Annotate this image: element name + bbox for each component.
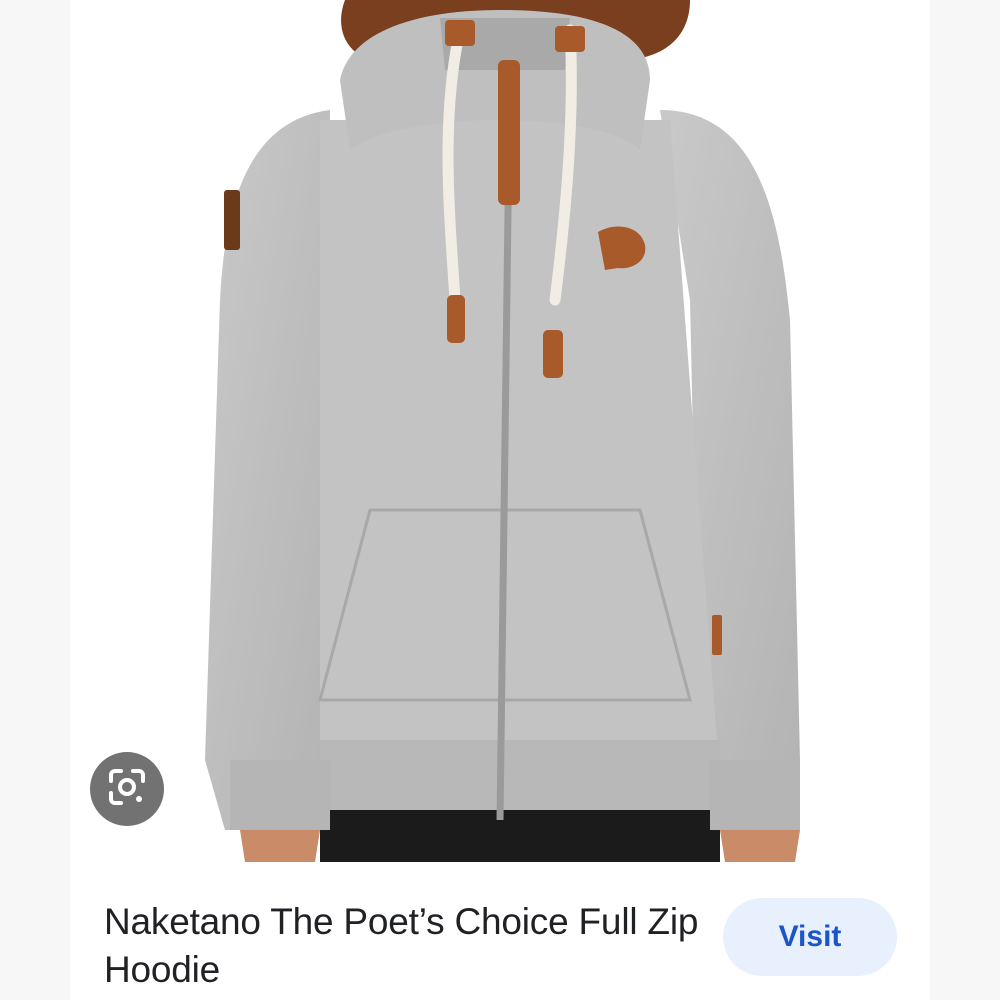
visit-button[interactable]: Visit bbox=[723, 898, 897, 976]
lens-button[interactable] bbox=[90, 752, 164, 826]
google-lens-icon bbox=[105, 765, 149, 814]
left-gutter bbox=[0, 0, 70, 1000]
product-title[interactable]: Naketano The Poet’s Choice Full Zip Hood… bbox=[104, 898, 704, 994]
product-image[interactable] bbox=[70, 0, 930, 862]
result-card: Naketano The Poet’s Choice Full Zip Hood… bbox=[0, 0, 1000, 1000]
right-gutter bbox=[930, 0, 1000, 1000]
